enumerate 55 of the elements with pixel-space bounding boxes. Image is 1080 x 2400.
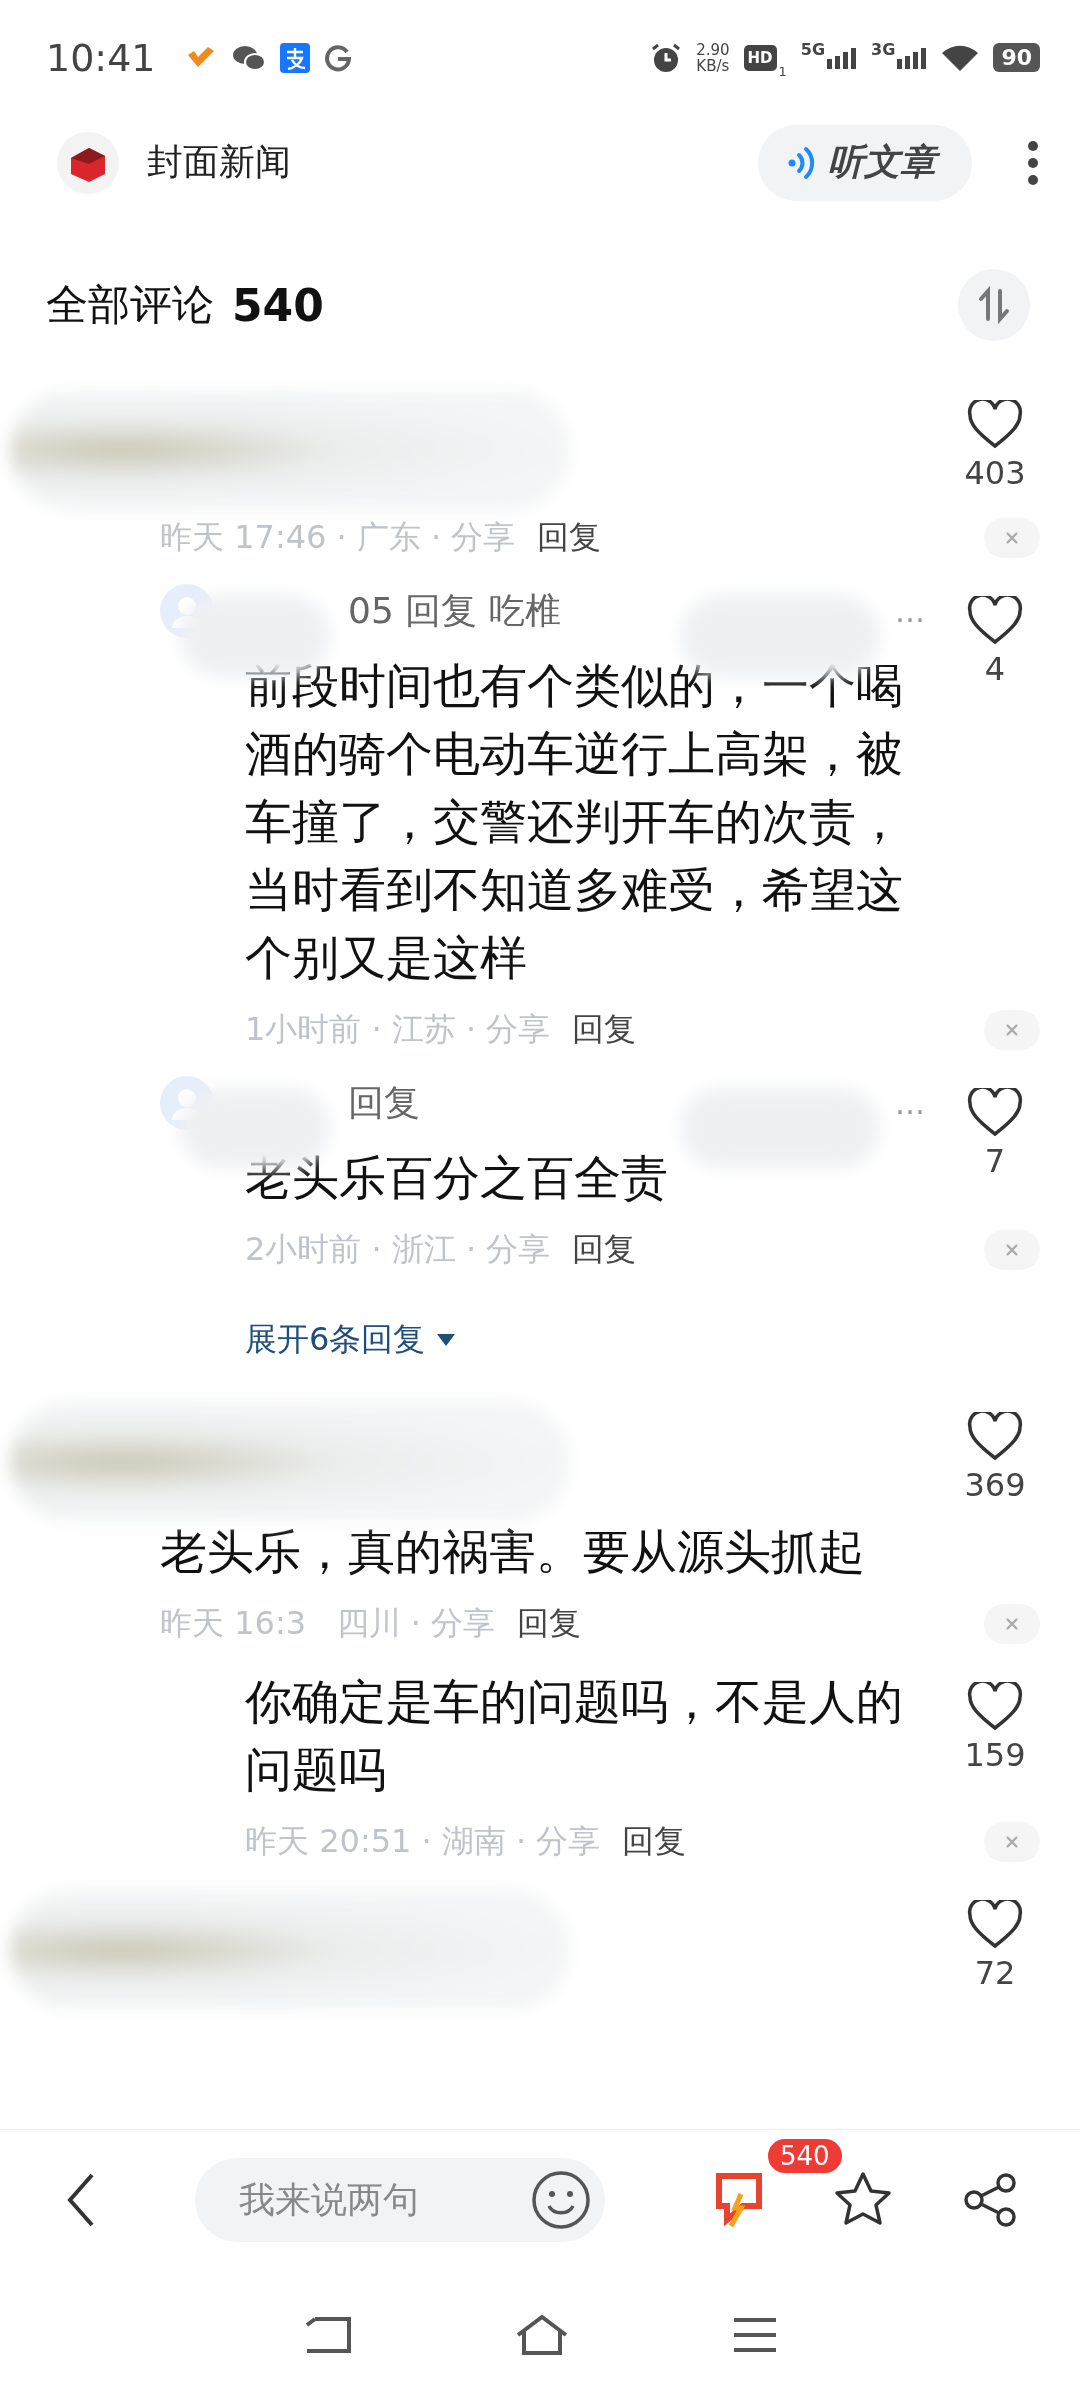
reply-link[interactable]: 回复 bbox=[572, 1228, 637, 1272]
status-time: 10:41 bbox=[46, 35, 156, 80]
signal-icon bbox=[897, 46, 928, 69]
signal-icon bbox=[827, 46, 858, 69]
caret-icon bbox=[435, 1332, 458, 1348]
expand-replies-link[interactable]: 展开6条回复 bbox=[245, 1288, 1080, 1392]
reply-link[interactable]: 回复 bbox=[517, 1602, 582, 1646]
listen-button[interactable]: 听文章 bbox=[758, 124, 972, 201]
more-icon[interactable] bbox=[1026, 139, 1040, 186]
back-icon[interactable] bbox=[66, 2172, 96, 2228]
comment-meta: 昨天 16:3 四川 · 分享 bbox=[160, 1603, 496, 1644]
signal-label: 5G bbox=[800, 40, 826, 59]
like-count: 159 bbox=[964, 1736, 1026, 1774]
comment-text: 老头乐百分之百全责 bbox=[245, 1149, 669, 1207]
wifi-icon bbox=[941, 43, 980, 72]
comments-count: 540 bbox=[232, 279, 324, 331]
like-count: 369 bbox=[964, 1466, 1026, 1504]
comments-heading: 全部评论 bbox=[46, 279, 214, 331]
comment-meta: 2小时前 · 浙江 · 分享 bbox=[245, 1229, 551, 1270]
comment-count-badge: 540 bbox=[765, 2136, 845, 2176]
app-title: 封面新闻 bbox=[147, 140, 291, 184]
comment-text: 你确定是车的问题吗，不是人的问题吗 bbox=[245, 1673, 904, 1799]
alarm-icon bbox=[650, 41, 683, 74]
reply-link[interactable]: 回复 bbox=[622, 1820, 687, 1864]
comment-meta: 昨天 20:51 · 湖南 · 分享 bbox=[245, 1821, 601, 1862]
battery-indicator: 90 bbox=[993, 43, 1040, 72]
like-count: 4 bbox=[984, 650, 1006, 688]
like-icon[interactable] bbox=[967, 1412, 1023, 1462]
like-count: 403 bbox=[964, 454, 1026, 492]
like-icon[interactable] bbox=[967, 1682, 1023, 1732]
like-count: 7 bbox=[984, 1142, 1006, 1180]
pay-app-icon bbox=[279, 42, 310, 73]
reply-header: 回复 bbox=[348, 1080, 420, 1125]
emoji-icon[interactable] bbox=[530, 2170, 591, 2230]
sort-icon[interactable] bbox=[958, 269, 1030, 341]
reply-link[interactable]: 回复 bbox=[572, 1008, 637, 1052]
comment-meta: 1小时前 · 江苏 · 分享 bbox=[245, 1009, 551, 1050]
hd-indicator: HD bbox=[743, 44, 777, 71]
signal-label: 3G bbox=[871, 40, 896, 59]
hd-sub-label: 1 bbox=[778, 64, 787, 79]
app-logo bbox=[57, 131, 119, 194]
like-icon[interactable] bbox=[967, 400, 1023, 450]
comment-text: 前段时间也有个类似的，一个喝酒的骑个电动车逆行上高架，被车撞了，交警还判开车的次责，当时看到不知道多难受，希望这个别又是这样 bbox=[245, 657, 904, 987]
like-count: 72 bbox=[974, 1954, 1016, 1992]
network-speed: 2.90 KB/s bbox=[696, 41, 730, 74]
like-icon[interactable] bbox=[967, 596, 1023, 646]
chat-app-icon bbox=[231, 43, 266, 72]
like-icon[interactable] bbox=[967, 1088, 1023, 1138]
reply-link[interactable]: 回复 bbox=[537, 516, 602, 560]
like-icon[interactable] bbox=[967, 1900, 1023, 1950]
home-icon[interactable] bbox=[514, 2313, 570, 2357]
comment-text: 老头乐，真的祸害。要从源头抓起 bbox=[160, 1523, 866, 1581]
comment-meta: 昨天 17:46 · 广东 · 分享 bbox=[160, 517, 516, 558]
reply-header: 05 回复 吃椎 bbox=[348, 588, 561, 633]
g-app-icon bbox=[323, 43, 352, 72]
